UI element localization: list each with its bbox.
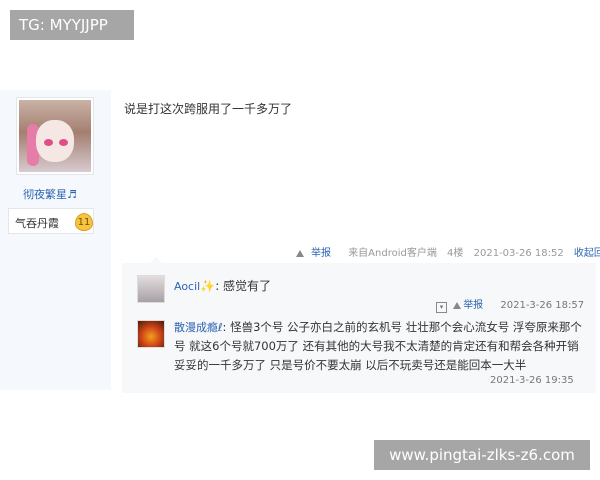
post-content: 说是打这次跨服用了一千多万了 xyxy=(124,102,293,116)
post-tail: 举报 来自Android客户端 4楼 2021-03-26 18:52 收起回复 xyxy=(296,244,600,259)
report-triangle-icon xyxy=(296,250,304,257)
rank-box: 气吞丹霞 11 xyxy=(8,208,94,234)
reply-text: 感觉有了 xyxy=(223,279,272,293)
reply-author[interactable]: Aocil xyxy=(174,280,200,293)
avatar-eye xyxy=(44,139,53,146)
watermark: www.pingtai-zlks-z6.com xyxy=(374,440,590,470)
author-name[interactable]: 彻夜繁星♬ xyxy=(0,186,100,202)
reply-avatar[interactable] xyxy=(137,320,165,348)
reply-timestamp: 2021-3-26 18:57 xyxy=(500,300,585,311)
reply-timestamp: 2021-3-26 19:35 xyxy=(490,375,574,386)
report-link[interactable]: 举报 xyxy=(296,248,338,259)
avatar-face xyxy=(36,120,74,162)
avatar-image xyxy=(19,100,91,172)
tg-badge: TG: MYYJJPP xyxy=(10,10,134,40)
level-badge: 11 xyxy=(75,213,93,231)
reply-meta: ▾ 举报 2021-3-26 18:57 xyxy=(436,296,584,313)
reply-text: 怪兽3个号 公子亦白之前的玄机号 壮壮那个会心流女号 浮夸原来那个号 就这6个号… xyxy=(174,320,582,372)
rank-title: 气吞丹霞 xyxy=(15,217,59,230)
reply-author[interactable]: 散漫成瘾 xyxy=(174,321,218,334)
reply-avatar[interactable] xyxy=(137,275,165,303)
avatar-eye xyxy=(59,139,68,146)
reply-item: Aocil✨: 感觉有了 xyxy=(174,279,272,293)
reply-item: 散漫成瘾ℓ: 怪兽3个号 公子亦白之前的玄机号 壮壮那个会心流女号 浮夸原来那个… xyxy=(174,320,582,372)
reply-author-badge: ✨ xyxy=(200,279,216,293)
post-timestamp: 2021-03-26 18:52 xyxy=(473,248,564,259)
post-floor: 4楼 xyxy=(447,248,464,259)
report-triangle-icon xyxy=(453,302,462,309)
report-link[interactable]: 举报 xyxy=(453,300,483,311)
post-source: 来自Android客户端 xyxy=(348,248,437,259)
collapse-replies-link[interactable]: 收起回复 xyxy=(574,248,600,259)
author-avatar[interactable] xyxy=(16,97,94,175)
dropdown-icon[interactable]: ▾ xyxy=(436,302,447,313)
